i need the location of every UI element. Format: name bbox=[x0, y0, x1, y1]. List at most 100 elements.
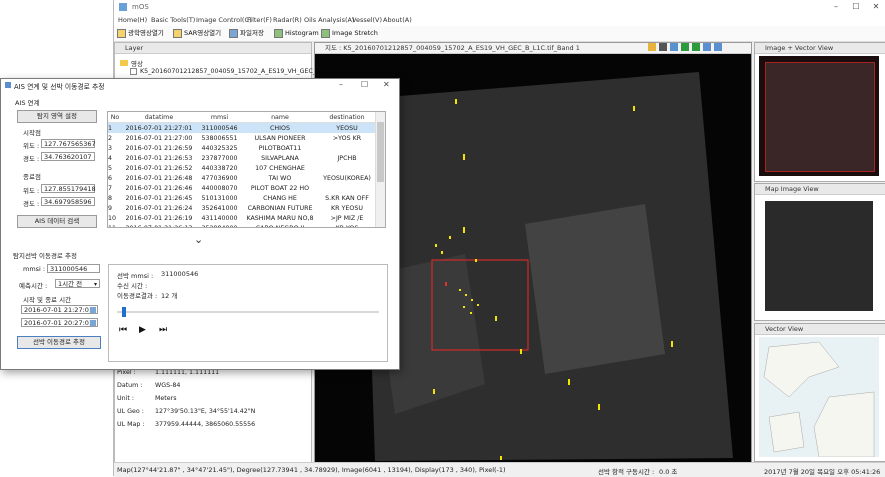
end-time-field[interactable]: 2016-07-01 20:27:01 bbox=[21, 318, 98, 327]
start-time-value: 2016-07-01 21:27:01 bbox=[24, 306, 94, 314]
menu-filter[interactable]: Filter(F) bbox=[247, 16, 272, 24]
detection-area-button[interactable]: 탐지 영역 설정 bbox=[17, 110, 97, 123]
table-cell: 311000546 bbox=[196, 122, 243, 133]
end-lat-field[interactable]: 127.855179418 bbox=[41, 184, 96, 193]
menu-image-control[interactable]: Image Control(C) bbox=[196, 16, 252, 24]
start-lat-field[interactable]: 127.767565367 bbox=[41, 139, 96, 148]
result-panel: 선박 mmsi : 311000546 수신 시간 : 이동경로결과 : 12 … bbox=[108, 264, 388, 362]
histogram-button[interactable]: Histogram bbox=[274, 27, 319, 39]
table-row[interactable]: 11 2016-07-01 21:26:13 352984000 CABO NEGRO… bbox=[108, 223, 377, 228]
column-header[interactable]: destination bbox=[317, 112, 377, 123]
menu-oils-analysis[interactable]: Oils Analysis(A) bbox=[304, 16, 354, 24]
ais-table-container: No datatime mmsi name destination 1 2016-07-0… bbox=[107, 111, 386, 228]
pan-icon[interactable] bbox=[648, 43, 656, 51]
stretch-icon bbox=[321, 28, 330, 38]
dialog-minimize-button[interactable]: – bbox=[339, 80, 343, 89]
map-image-preview[interactable] bbox=[759, 197, 879, 315]
status-datetime: 2017년 7월 20일 목요일 오후 05:41:26 bbox=[764, 468, 881, 476]
table-row[interactable]: 2 2016-07-01 21:27:00 538006551 ULSAN PIONE… bbox=[108, 133, 377, 143]
image-stretch-button[interactable]: Image Stretch bbox=[321, 27, 378, 39]
layer-file[interactable]: K5_20160701212857_004059_15702_A_ES19_VH… bbox=[130, 68, 320, 75]
ul-geo-label: UL Geo : bbox=[117, 408, 144, 415]
table-row[interactable]: 10 2016-07-01 21:26:19 431140000 KASHIMA MA… bbox=[108, 213, 377, 223]
column-header[interactable]: datatime bbox=[122, 112, 196, 123]
table-row[interactable]: 9 2016-07-01 21:26:24 352641000 CARBONIAN F… bbox=[108, 203, 377, 213]
dialog-close-button[interactable]: ✕ bbox=[383, 80, 390, 89]
chevron-down-icon: ▾ bbox=[93, 281, 97, 288]
table-row[interactable]: 1 2016-07-01 21:27:01 311000546 CHIOS YEOSU bbox=[108, 122, 377, 133]
end-lon-label: 경도 : bbox=[23, 200, 40, 208]
table-cell: JPCHB bbox=[337, 154, 357, 162]
dialog-icon bbox=[5, 82, 11, 88]
ais-search-button[interactable]: AIS 데이터 검색 bbox=[17, 215, 97, 228]
start-time-field[interactable]: 2016-07-01 21:27:01 bbox=[21, 305, 98, 314]
dialog-maximize-button[interactable]: ☐ bbox=[361, 80, 368, 89]
close-button[interactable]: ✕ bbox=[866, 1, 885, 13]
open-sar-button[interactable]: SAR영상열기 bbox=[173, 27, 221, 39]
table-cell: 2016-07-01 21:26:24 bbox=[125, 204, 193, 212]
playback-slider-track[interactable] bbox=[117, 307, 379, 317]
table-row[interactable]: 3 2016-07-01 21:26:59 440325325 PILOTBOAT11 bbox=[108, 143, 377, 153]
minimize-button[interactable]: – bbox=[826, 1, 846, 13]
end-lon-field[interactable]: 34.697958596 bbox=[41, 197, 95, 206]
table-cell: 2016-07-01 21:27:00 bbox=[125, 134, 193, 142]
pointer-icon[interactable] bbox=[659, 43, 667, 51]
table-cell: 440338720 bbox=[201, 164, 238, 172]
column-header[interactable]: mmsi bbox=[196, 112, 243, 123]
table-row[interactable]: 6 2016-07-01 21:26:48 477036900 TAI WO YEOSU… bbox=[108, 173, 377, 183]
zoom-box-icon[interactable] bbox=[670, 43, 678, 51]
datum-label: Datum : bbox=[117, 382, 143, 389]
table-cell: 440008070 bbox=[201, 184, 238, 192]
mmsi-field[interactable]: 311000546 bbox=[47, 264, 100, 273]
vector-map[interactable] bbox=[759, 337, 879, 457]
table-row[interactable]: 5 2016-07-01 21:26:52 440338720 107 CHENGHA… bbox=[108, 163, 377, 173]
layer-info: Pixel :1.111111, 1.111111 Datum : WGS-84 … bbox=[117, 366, 255, 431]
table-cell: PILOT BOAT 22 HO bbox=[250, 184, 310, 192]
table-cell: 4 bbox=[108, 154, 113, 162]
calendar-icon[interactable] bbox=[90, 320, 96, 326]
time-range-label: 시작 및 종료 시간 bbox=[23, 296, 72, 304]
predict-time-label: 예측시간 : bbox=[19, 282, 48, 290]
predict-time-select[interactable]: 1시간 전 ▾ bbox=[55, 279, 100, 288]
maximize-button[interactable]: ☐ bbox=[846, 1, 866, 13]
chevron-down-icon[interactable]: ⌄ bbox=[194, 233, 203, 246]
table-row[interactable]: 8 2016-07-01 21:26:45 510131000 CHANG HE S.K… bbox=[108, 193, 377, 203]
skip-forward-icon[interactable]: ⏭ bbox=[159, 325, 167, 335]
menu-about[interactable]: About(A) bbox=[383, 16, 412, 24]
table-scrollbar[interactable] bbox=[375, 112, 385, 227]
image-vector-preview[interactable] bbox=[759, 56, 879, 176]
menu-vessel[interactable]: Vessel(V) bbox=[352, 16, 382, 24]
open-optical-label: 광학영상열기 bbox=[128, 29, 164, 37]
column-header[interactable]: No bbox=[108, 112, 122, 123]
skip-back-icon[interactable]: ⏮ bbox=[119, 325, 127, 335]
end-time-value: 2016-07-01 20:27:01 bbox=[24, 319, 94, 327]
refresh-icon[interactable] bbox=[714, 43, 722, 51]
pixel-value: 1.111111, 1.111111 bbox=[155, 369, 220, 376]
menu-radar[interactable]: Radar(R) bbox=[273, 16, 302, 24]
folder-icon bbox=[120, 60, 128, 66]
zoom-out-icon[interactable] bbox=[692, 43, 700, 51]
playback-slider-thumb[interactable] bbox=[122, 307, 127, 317]
scrollbar-thumb[interactable] bbox=[377, 122, 384, 182]
full-extent-icon[interactable] bbox=[703, 43, 711, 51]
calendar-icon[interactable] bbox=[90, 307, 96, 313]
save-icon bbox=[229, 28, 238, 38]
table-cell: 2016-07-01 21:27:01 bbox=[122, 122, 196, 133]
table-row[interactable]: 4 2016-07-01 21:26:53 237877000 SILVAPLANA J… bbox=[108, 153, 377, 163]
estimate-path-button[interactable]: 선박 이동경로 추정 bbox=[17, 336, 101, 349]
ul-map-label: UL Map : bbox=[117, 421, 145, 428]
save-file-button[interactable]: 파일저장 bbox=[229, 27, 264, 39]
vector-panel: Vector View bbox=[754, 323, 885, 462]
image-stretch-label: Image Stretch bbox=[332, 29, 378, 37]
folder-icon bbox=[173, 28, 182, 38]
open-optical-button[interactable]: 광학영상열기 bbox=[117, 27, 164, 39]
layer-folder[interactable]: 영상 bbox=[120, 58, 143, 68]
start-lon-field[interactable]: 34.763620107 bbox=[41, 152, 95, 161]
layer-panel-title: Layer bbox=[115, 43, 311, 54]
menu-home[interactable]: Home(H) bbox=[118, 16, 147, 24]
zoom-in-icon[interactable] bbox=[681, 43, 689, 51]
menu-basic-tools[interactable]: Basic Tools(T) bbox=[151, 16, 195, 24]
table-row[interactable]: 7 2016-07-01 21:26:46 440008070 PILOT BOAT … bbox=[108, 183, 377, 193]
play-icon[interactable]: ▶ bbox=[139, 325, 146, 335]
column-header[interactable]: name bbox=[243, 112, 317, 123]
